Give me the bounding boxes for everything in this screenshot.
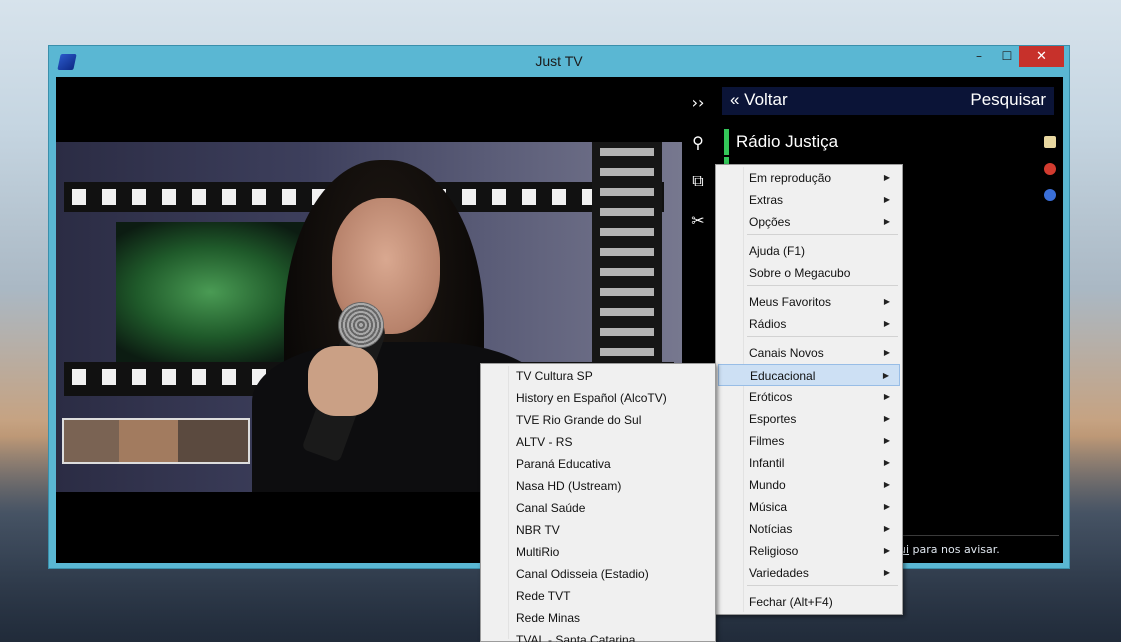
menu-separator <box>747 234 898 235</box>
chevron-right-icon: ▶ <box>883 502 890 511</box>
submenu-item[interactable]: TV Cultura SP <box>483 365 713 387</box>
chevron-right-icon: ▶ <box>883 392 890 401</box>
submenu-item[interactable]: ALTV - RS <box>483 431 713 453</box>
title-bar[interactable]: Just TV – ☐ ✕ <box>49 46 1069 77</box>
menu-item[interactable]: Infantil ▶ <box>718 452 900 474</box>
submenu-item[interactable]: TVAL - Santa Catarina <box>483 629 713 642</box>
back-button[interactable]: « Voltar <box>730 90 788 110</box>
submenu-item[interactable]: Canal Odisseia (Estadio) <box>483 563 713 585</box>
menu-item[interactable]: Ajuda (F1) <box>718 240 900 262</box>
menu-item[interactable]: Educacional ▶ <box>718 364 900 386</box>
menu-item[interactable]: Notícias ▶ <box>718 518 900 540</box>
menu-item-label: Mundo <box>749 478 786 492</box>
menu-item[interactable]: Fechar (Alt+F4) <box>718 591 900 613</box>
channel-info-icon[interactable] <box>1044 189 1056 201</box>
menu-item-label: Opções <box>749 215 791 229</box>
status-divider <box>899 535 1059 536</box>
submenu-item[interactable]: Rede Minas <box>483 607 713 629</box>
menu-item[interactable]: Mundo ▶ <box>718 474 900 496</box>
menu-item-label: Rádios <box>749 317 787 331</box>
submenu-item[interactable]: Nasa HD (Ustream) <box>483 475 713 497</box>
chevron-right-icon: ▶ <box>883 524 890 533</box>
educacional-submenu: TV Cultura SP History en Español (AlcoTV)… <box>480 363 716 642</box>
search-button[interactable]: Pesquisar <box>970 90 1046 110</box>
menu-item-label: Sobre o Megacubo <box>749 266 851 280</box>
channel-indicator <box>724 129 729 155</box>
menu-item-label: Notícias <box>749 522 793 536</box>
submenu-item[interactable]: Rede TVT <box>483 585 713 607</box>
window-title: Just TV <box>535 53 583 69</box>
chevron-right-icon: ▶ <box>883 173 890 182</box>
menu-separator <box>747 336 898 337</box>
menu-item[interactable]: Filmes ▶ <box>718 430 900 452</box>
channel-nav-bar: « Voltar Pesquisar <box>722 87 1054 115</box>
chevron-right-icon: ▶ <box>883 297 890 306</box>
submenu-item[interactable]: Paraná Educativa <box>483 453 713 475</box>
submenu-item[interactable]: MultiRio <box>483 541 713 563</box>
chevron-right-icon: ▶ <box>883 568 890 577</box>
menu-item[interactable]: Em reprodução ▶ <box>718 167 900 189</box>
menu-item[interactable]: Eróticos ▶ <box>718 386 900 408</box>
menu-separator <box>747 285 898 286</box>
channel-title[interactable]: Rádio Justiça <box>736 132 838 152</box>
menu-item[interactable]: Música ▶ <box>718 496 900 518</box>
menu-item[interactable]: Esportes ▶ <box>718 408 900 430</box>
chevron-right-icon: ▶ <box>883 217 890 226</box>
menu-item-label: Esportes <box>749 412 797 426</box>
video-photo-strip <box>62 418 250 464</box>
chevron-right-icon: ▶ <box>883 436 890 445</box>
close-button[interactable]: ✕ <box>1019 46 1064 67</box>
maximize-button[interactable]: ☐ <box>993 46 1021 67</box>
menu-item[interactable]: Opções ▶ <box>718 211 900 233</box>
chevron-right-icon: ▶ <box>883 546 890 555</box>
menu-separator <box>747 585 898 586</box>
submenu-item[interactable]: TVE Rio Grande do Sul <box>483 409 713 431</box>
chevron-right-icon: ▶ <box>883 414 890 423</box>
chevron-right-icon: ▶ <box>883 458 890 467</box>
menu-item-label: Meus Favoritos <box>749 295 832 309</box>
menu-item-label: Religioso <box>749 544 799 558</box>
menu-item[interactable]: Extras ▶ <box>718 189 900 211</box>
submenu-item[interactable]: Canal Saúde <box>483 497 713 519</box>
menu-item-label: Educacional <box>750 369 816 383</box>
chevron-right-icon: ▶ <box>883 319 890 328</box>
submenu-item[interactable]: NBR TV <box>483 519 713 541</box>
minimize-button[interactable]: – <box>965 46 993 67</box>
menu-item[interactable]: Variedades ▶ <box>718 562 900 584</box>
tools-icon[interactable]: ✂ <box>688 211 708 231</box>
picture-in-picture-icon[interactable]: ⧉ <box>688 171 708 191</box>
menu-item-label: Fechar (Alt+F4) <box>749 595 833 609</box>
microphone-head <box>338 302 384 348</box>
chevron-right-icon: ▶ <box>883 480 890 489</box>
chevron-right-icon: ▶ <box>883 348 890 357</box>
menu-item-label: Variedades <box>749 566 809 580</box>
menu-item-label: Eróticos <box>749 390 793 404</box>
expand-icon[interactable]: ›› <box>688 93 708 113</box>
menu-item-label: Extras <box>749 193 784 207</box>
submenu-item[interactable]: History en Español (AlcoTV) <box>483 387 713 409</box>
menu-item[interactable]: Sobre o Megacubo <box>718 262 900 284</box>
menu-item-label: Música <box>749 500 788 514</box>
context-menu: Em reprodução ▶ Extras ▶ Opções ▶ Ajuda (F1) So… <box>715 164 903 615</box>
menu-item[interactable]: Religioso ▶ <box>718 540 900 562</box>
chevron-right-icon: ▶ <box>882 371 889 380</box>
channel-play-icon[interactable] <box>1044 136 1056 148</box>
status-message-text: para nos avisar. <box>909 543 1000 556</box>
channel-action-icon[interactable] <box>1044 163 1056 175</box>
menu-item-label: Infantil <box>749 456 785 470</box>
menu-item[interactable]: Canais Novos ▶ <box>718 342 900 364</box>
chevron-right-icon: ▶ <box>883 195 890 204</box>
menu-item-label: Filmes <box>749 434 785 448</box>
menu-item-label: Canais Novos <box>749 346 824 360</box>
menu-item-label: Ajuda (F1) <box>749 244 806 258</box>
search-icon[interactable]: ⚲ <box>688 133 708 153</box>
menu-item-label: Em reprodução <box>749 171 832 185</box>
video-singer-hand <box>308 346 378 416</box>
status-message: ui para nos avisar. <box>899 543 1000 556</box>
menu-item[interactable]: Rádios ▶ <box>718 313 900 335</box>
menu-item[interactable]: Meus Favoritos ▶ <box>718 291 900 313</box>
